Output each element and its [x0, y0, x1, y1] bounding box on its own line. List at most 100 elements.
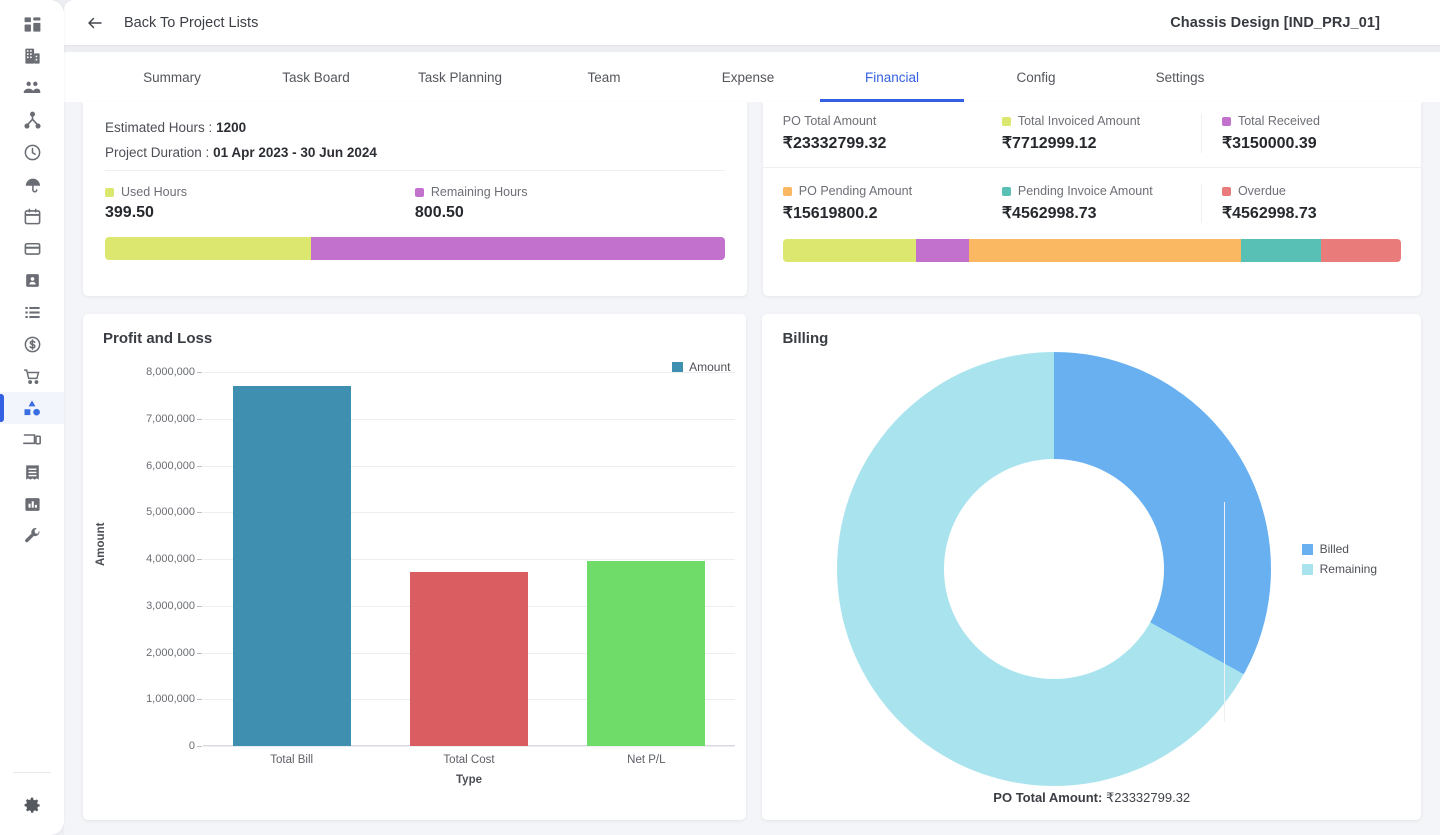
sidebar-item-calendar[interactable] [0, 200, 64, 232]
sidebar-item-assets[interactable] [0, 424, 64, 456]
y-tick-6000000: 6,000,000 [146, 459, 202, 472]
tab-financial[interactable]: Financial [820, 52, 964, 102]
hours-legend-row: Used Hours 399.50 Remaining Hours 800.50 [105, 185, 725, 222]
invoice-icon [23, 463, 42, 482]
total-received-value: ₹3150000.39 [1221, 135, 1317, 152]
total-received-dot-icon [1221, 116, 1231, 126]
pending-invoice-amount-cell: Pending Invoice Amount ₹4562998.73 [982, 184, 1201, 223]
list-icon [23, 303, 42, 322]
remaining-hours-block: Remaining Hours 800.50 [414, 185, 725, 222]
sidebar-item-lists[interactable] [0, 296, 64, 328]
main-area: Back To Project Lists Chassis Design [IN… [64, 0, 1440, 835]
overdue-head: Overdue [1221, 184, 1407, 198]
tab-settings[interactable]: Settings [1108, 52, 1252, 102]
overdue-value: ₹4562998.73 [1221, 205, 1317, 222]
tab-summary[interactable]: Summary [100, 52, 244, 102]
sidebar-item-hierarchy[interactable] [0, 104, 64, 136]
amounts-bar-po-pending [969, 239, 1242, 262]
sidebar-item-leave[interactable] [0, 168, 64, 200]
x-tick-labels: Total Bill Total Cost Net P/L [203, 754, 735, 766]
used-hours-label: Used Hours [121, 185, 187, 199]
remaining-hours-value: 800.50 [414, 204, 464, 221]
back-label[interactable]: Back To Project Lists [124, 15, 258, 31]
hours-bar-used [105, 237, 312, 260]
used-hours-dot-icon [105, 187, 114, 197]
sidebar-item-contacts[interactable] [0, 264, 64, 296]
tab-bar: Summary Task Board Task Planning Team Ex… [64, 52, 1440, 102]
shapes-icon [22, 398, 42, 418]
sidebar-item-finance[interactable] [0, 328, 64, 360]
sidebar-item-tools[interactable] [0, 520, 64, 552]
po-pending-amount-head: PO Pending Amount [782, 184, 968, 198]
sidebar-item-dashboard[interactable] [0, 8, 64, 40]
tab-task-board[interactable]: Task Board [244, 52, 388, 102]
po-pending-amount-value: ₹15619800.2 [782, 205, 878, 222]
amounts-bar-pending-invoice [1241, 239, 1322, 262]
sidebar-item-users[interactable] [0, 72, 64, 104]
leave-icon [23, 175, 42, 194]
topbar: Back To Project Lists Chassis Design [IN… [64, 0, 1440, 45]
y-axis-title: Amount [95, 522, 107, 566]
hours-divider [105, 170, 725, 171]
po-pending-dot-icon [782, 186, 792, 196]
contact-card-icon [23, 271, 42, 290]
y-tick-8000000: 8,000,000 [146, 366, 202, 378]
bar-slot-total-cost [380, 372, 557, 746]
app-root: Back To Project Lists Chassis Design [IN… [0, 0, 1440, 835]
billing-legend-item-billed[interactable]: Billed [1301, 542, 1377, 556]
total-invoiced-amount-cell: Total Invoiced Amount ₹7712999.12 [982, 114, 1201, 153]
bar-total-cost[interactable] [409, 572, 528, 746]
amounts-row-2: PO Pending Amount ₹15619800.2 Pending In… [763, 184, 1421, 223]
sidebar [0, 0, 64, 835]
card-icon [23, 239, 42, 258]
billing-footer-label: PO Total Amount: [993, 790, 1103, 805]
arrow-left-icon [88, 17, 102, 28]
x-label-net-pl: Net P/L [627, 754, 666, 766]
sidebar-item-company[interactable] [0, 40, 64, 72]
estimated-hours-label: Estimated Hours : [105, 120, 213, 135]
sidebar-item-payments[interactable] [0, 232, 64, 264]
billing-donut-chart[interactable] [837, 352, 1272, 786]
hierarchy-icon [23, 111, 42, 130]
users-icon [22, 78, 42, 98]
pending-invoice-amount-head: Pending Invoice Amount [1001, 184, 1187, 198]
time-icon [23, 143, 42, 162]
amounts-card: PO Total Amount ₹23332799.32 Total Invoi… [762, 102, 1421, 296]
amounts-bar-received [915, 239, 970, 262]
project-duration: Project Duration : 01 Apr 2023 - 30 Jun … [105, 145, 725, 160]
sidebar-item-settings[interactable] [0, 789, 64, 821]
sidebar-item-invoices[interactable] [0, 456, 64, 488]
billing-legend-item-remaining[interactable]: Remaining [1301, 562, 1377, 576]
sidebar-item-timesheet[interactable] [0, 136, 64, 168]
profit-and-loss-title: Profit and Loss [103, 330, 213, 347]
back-button[interactable] [82, 10, 108, 36]
pending-invoice-amount-value: ₹4562998.73 [1001, 205, 1097, 222]
remaining-hours-label: Remaining Hours [430, 185, 528, 199]
y-tick-7000000: 7,000,000 [146, 412, 202, 425]
bar-net-pl[interactable] [587, 560, 706, 746]
po-total-amount-label: PO Total Amount [782, 114, 877, 128]
amounts-divider [762, 167, 1421, 168]
y-tick-0: 0 [188, 740, 203, 752]
legend-label-remaining: Remaining [1319, 562, 1377, 576]
tab-config[interactable]: Config [964, 52, 1108, 102]
hours-progress-bar [105, 237, 725, 260]
tab-team[interactable]: Team [532, 52, 676, 102]
sidebar-item-projects[interactable] [0, 392, 64, 424]
cart-icon [23, 367, 42, 386]
tab-task-planning[interactable]: Task Planning [388, 52, 532, 102]
sidebar-item-reports[interactable] [0, 488, 64, 520]
bar-chart-icon [23, 495, 42, 514]
billing-card: Billing Billed Remaining PO Total Amount… [762, 314, 1421, 820]
tab-expense[interactable]: Expense [676, 52, 820, 102]
sidebar-item-purchase[interactable] [0, 360, 64, 392]
devices-icon [22, 430, 42, 450]
dashboard-icon [23, 15, 42, 34]
total-received-label: Total Received [1237, 114, 1320, 128]
overdue-dot-icon [1221, 186, 1231, 196]
estimated-hours-value: 1200 [216, 120, 247, 135]
remaining-hours-dot-icon [414, 187, 424, 197]
po-pending-amount-cell: PO Pending Amount ₹15619800.2 [763, 184, 982, 223]
billing-title: Billing [782, 330, 829, 347]
bar-total-bill[interactable] [232, 386, 351, 746]
